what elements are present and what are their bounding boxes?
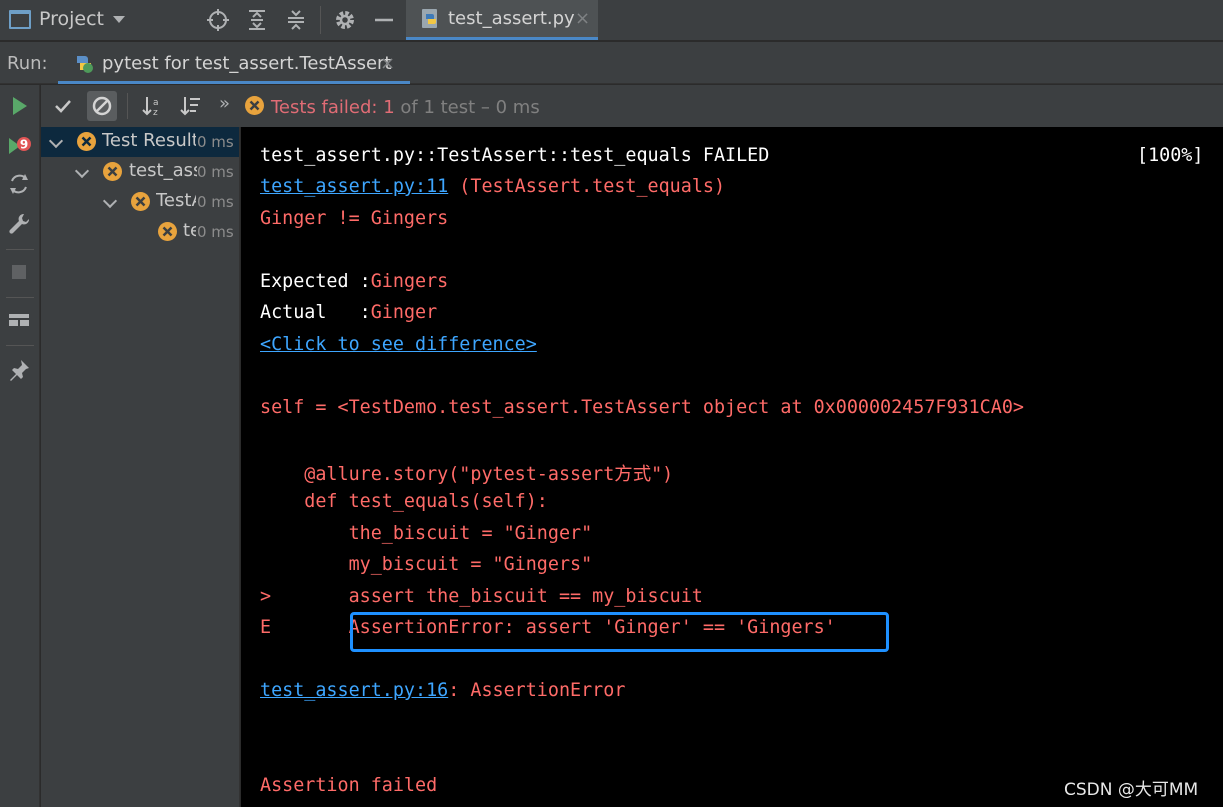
svg-text:a: a — [153, 98, 159, 108]
locate-icon[interactable] — [206, 8, 230, 32]
tree-item-label: test_equals — [183, 220, 196, 241]
rerun-failed-icon[interactable]: 9 — [6, 133, 32, 159]
watermark: CSDN @大可MM — [1064, 780, 1199, 800]
console-line-actual: Actual :Ginger — [260, 302, 437, 323]
toolbar-separator — [320, 6, 321, 34]
console-line-diff: Ginger != Gingers — [260, 208, 449, 229]
test-tree: Test Results 0 ms test_assert 0 ms TestA… — [41, 127, 240, 807]
test-failed-icon — [158, 222, 177, 241]
sort-alphabetically-icon[interactable]: a z — [138, 91, 168, 121]
tree-item-label: Test Results — [102, 130, 196, 151]
editor-tab-test-assert[interactable]: test_assert.py × — [406, 0, 598, 40]
svg-text:9: 9 — [20, 138, 28, 152]
highlight-box — [350, 612, 889, 652]
actual-label: Actual : — [260, 302, 371, 323]
console-line-location: test_assert.py:11 (TestAssert.test_equal… — [260, 176, 725, 197]
toolbar-separator — [6, 345, 34, 346]
tree-item-test-results[interactable]: Test Results 0 ms — [41, 127, 239, 157]
tree-item-time: 0 ms — [197, 223, 234, 241]
chevron-down-icon[interactable] — [48, 133, 64, 149]
wrench-icon[interactable] — [6, 211, 32, 237]
console-line-assertion-failed: Assertion failed — [260, 775, 438, 796]
test-status: Tests failed: 1 of 1 test – 0 ms — [244, 95, 540, 118]
console-line-code: > assert the_biscuit == my_biscuit — [260, 586, 703, 607]
gear-icon[interactable] — [333, 8, 357, 32]
status-failed-text: Tests failed: 1 — [271, 97, 395, 118]
console-line-code: the_biscuit = "Ginger" — [260, 523, 593, 544]
collapse-all-icon[interactable] — [284, 8, 308, 32]
close-icon[interactable]: × — [380, 53, 395, 74]
console-text: : AssertionError — [448, 680, 626, 701]
see-difference-link[interactable]: <Click to see difference> — [260, 334, 537, 355]
test-failed-icon — [245, 96, 264, 115]
layout-icon[interactable] — [6, 307, 32, 333]
actual-value: Ginger — [370, 302, 438, 323]
toolbar-separator — [127, 93, 128, 119]
chevron-down-icon[interactable] — [102, 193, 118, 209]
run-toolwindow-header: Run: pytest for test_assert.TestAssert × — [0, 42, 1223, 84]
toggle-auto-test-icon[interactable] — [6, 171, 32, 197]
test-failed-icon — [77, 132, 96, 151]
tree-item-test-assert[interactable]: test_assert 0 ms — [41, 157, 239, 187]
project-label: Project — [39, 8, 105, 30]
sort-by-duration-icon[interactable] — [176, 91, 206, 121]
tree-item-test-equals[interactable]: test_equals 0 ms — [41, 217, 239, 247]
pin-icon[interactable] — [6, 357, 32, 383]
console-line-traceback: test_assert.py:16: AssertionError — [260, 680, 625, 701]
chevron-down-icon — [113, 16, 125, 23]
run-side-toolbar: 9 — [0, 85, 40, 807]
console-line-self: self = <TestDemo.test_assert.TestAssert … — [260, 397, 1024, 418]
test-failed-icon — [103, 162, 122, 181]
test-results-toolbar: a z » Tests failed: 1 of 1 test – 0 ms — [41, 85, 1223, 127]
source-link[interactable]: test_assert.py:16 — [260, 680, 448, 701]
console-line-code: @allure.story("pytest-assert方式") — [260, 464, 674, 485]
tree-item-time: 0 ms — [197, 193, 234, 211]
chevron-down-icon[interactable] — [74, 163, 90, 179]
expand-all-icon[interactable] — [245, 8, 269, 32]
expected-label: Expected : — [260, 271, 371, 292]
ignored-icon — [92, 96, 112, 116]
source-link[interactable]: test_assert.py:11 — [260, 176, 448, 197]
console-text: (TestAssert.test_equals) — [448, 176, 726, 197]
console-line-expected: Expected :Gingers — [260, 271, 448, 292]
tree-item-testassert-class[interactable]: TestAssert 0 ms — [41, 187, 239, 217]
console-line-code: def test_equals(self): — [260, 491, 548, 512]
show-passed-icon[interactable] — [48, 91, 78, 121]
show-ignored-toggle[interactable] — [87, 91, 117, 121]
minimize-icon[interactable] — [372, 8, 396, 32]
editor-tab-label: test_assert.py — [448, 8, 575, 29]
console-line-code: my_biscuit = "Gingers" — [260, 554, 593, 575]
toolbar-separator — [6, 297, 34, 298]
console-output[interactable]: test_assert.py::TestAssert::test_equals … — [241, 127, 1223, 807]
console-line-result: test_assert.py::TestAssert::test_equals … — [260, 145, 770, 166]
rerun-icon[interactable] — [6, 93, 32, 119]
tree-item-label: test_assert — [129, 160, 197, 181]
tree-item-time: 0 ms — [197, 163, 234, 181]
python-file-icon — [422, 9, 437, 28]
stop-icon[interactable] — [6, 259, 32, 285]
python-run-icon — [77, 56, 93, 73]
tree-item-label: TestAssert — [156, 190, 196, 211]
console-progress: [100%] — [1137, 145, 1204, 166]
more-actions-chevron[interactable]: » — [219, 93, 230, 114]
svg-text:z: z — [153, 108, 158, 118]
test-failed-icon — [131, 192, 150, 211]
tree-item-time: 0 ms — [197, 133, 234, 151]
expected-value: Gingers — [370, 271, 449, 292]
run-label: Run: — [7, 53, 48, 74]
toolbar-separator — [6, 249, 34, 250]
run-tab-label: pytest for test_assert.TestAssert — [102, 53, 392, 74]
project-window-icon — [9, 10, 31, 29]
status-summary-text: of 1 test – 0 ms — [394, 97, 540, 118]
run-config-tab[interactable]: pytest for test_assert.TestAssert × — [58, 42, 410, 84]
top-toolbar: Project test_assert.py × — [0, 0, 1223, 41]
close-icon[interactable]: × — [575, 8, 590, 29]
